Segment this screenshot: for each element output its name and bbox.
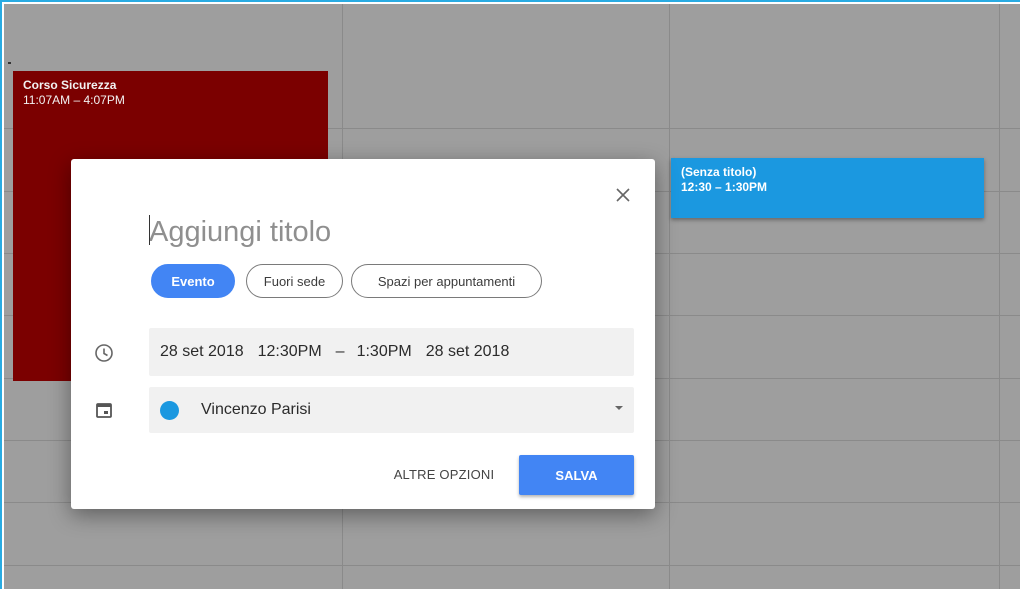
close-icon[interactable] xyxy=(611,183,635,207)
date-time-field[interactable]: 28 set 2018 12:30PM – 1:30PM 28 set 2018 xyxy=(149,328,634,376)
title-input[interactable] xyxy=(149,212,599,252)
chip-spazi-per-appuntamenti[interactable]: Spazi per appuntamenti xyxy=(351,264,542,298)
event-senza-titolo[interactable]: (Senza titolo) 12:30 – 1:30PM xyxy=(671,158,984,218)
grid-column-divider xyxy=(669,4,670,589)
chip-evento[interactable]: Evento xyxy=(151,264,235,298)
end-time[interactable]: 1:30PM xyxy=(357,343,412,361)
event-title: Corso Sicurezza xyxy=(23,78,117,92)
clock-icon xyxy=(93,342,115,364)
event-title: (Senza titolo) xyxy=(681,165,757,179)
chevron-down-icon xyxy=(615,406,623,410)
start-date[interactable]: 28 set 2018 xyxy=(160,343,244,361)
save-button[interactable]: SALVA xyxy=(519,455,634,495)
end-date[interactable]: 28 set 2018 xyxy=(426,343,510,361)
grid-line xyxy=(4,565,1020,566)
more-options-button[interactable]: ALTRE OPZIONI xyxy=(380,455,508,493)
start-time[interactable]: 12:30PM xyxy=(258,343,322,361)
text-caret xyxy=(149,215,150,245)
quick-event-dialog: Evento Fuori sede Spazi per appuntamenti… xyxy=(71,159,655,509)
event-time: 12:30 – 1:30PM xyxy=(681,180,768,194)
calendar-color-dot xyxy=(160,400,179,420)
event-time: 11:07AM – 4:07PM xyxy=(23,93,125,107)
calendar-select[interactable]: Vincenzo Parisi xyxy=(149,387,634,433)
time-separator: – xyxy=(335,343,345,360)
calendar-owner: Vincenzo Parisi xyxy=(201,401,311,418)
time-indicator xyxy=(8,62,11,64)
calendar-icon xyxy=(93,399,115,421)
chip-fuori-sede[interactable]: Fuori sede xyxy=(246,264,343,298)
calendar-view: Corso Sicurezza 11:07AM – 4:07PM (Senza … xyxy=(0,0,1020,589)
grid-column-divider xyxy=(999,4,1000,589)
